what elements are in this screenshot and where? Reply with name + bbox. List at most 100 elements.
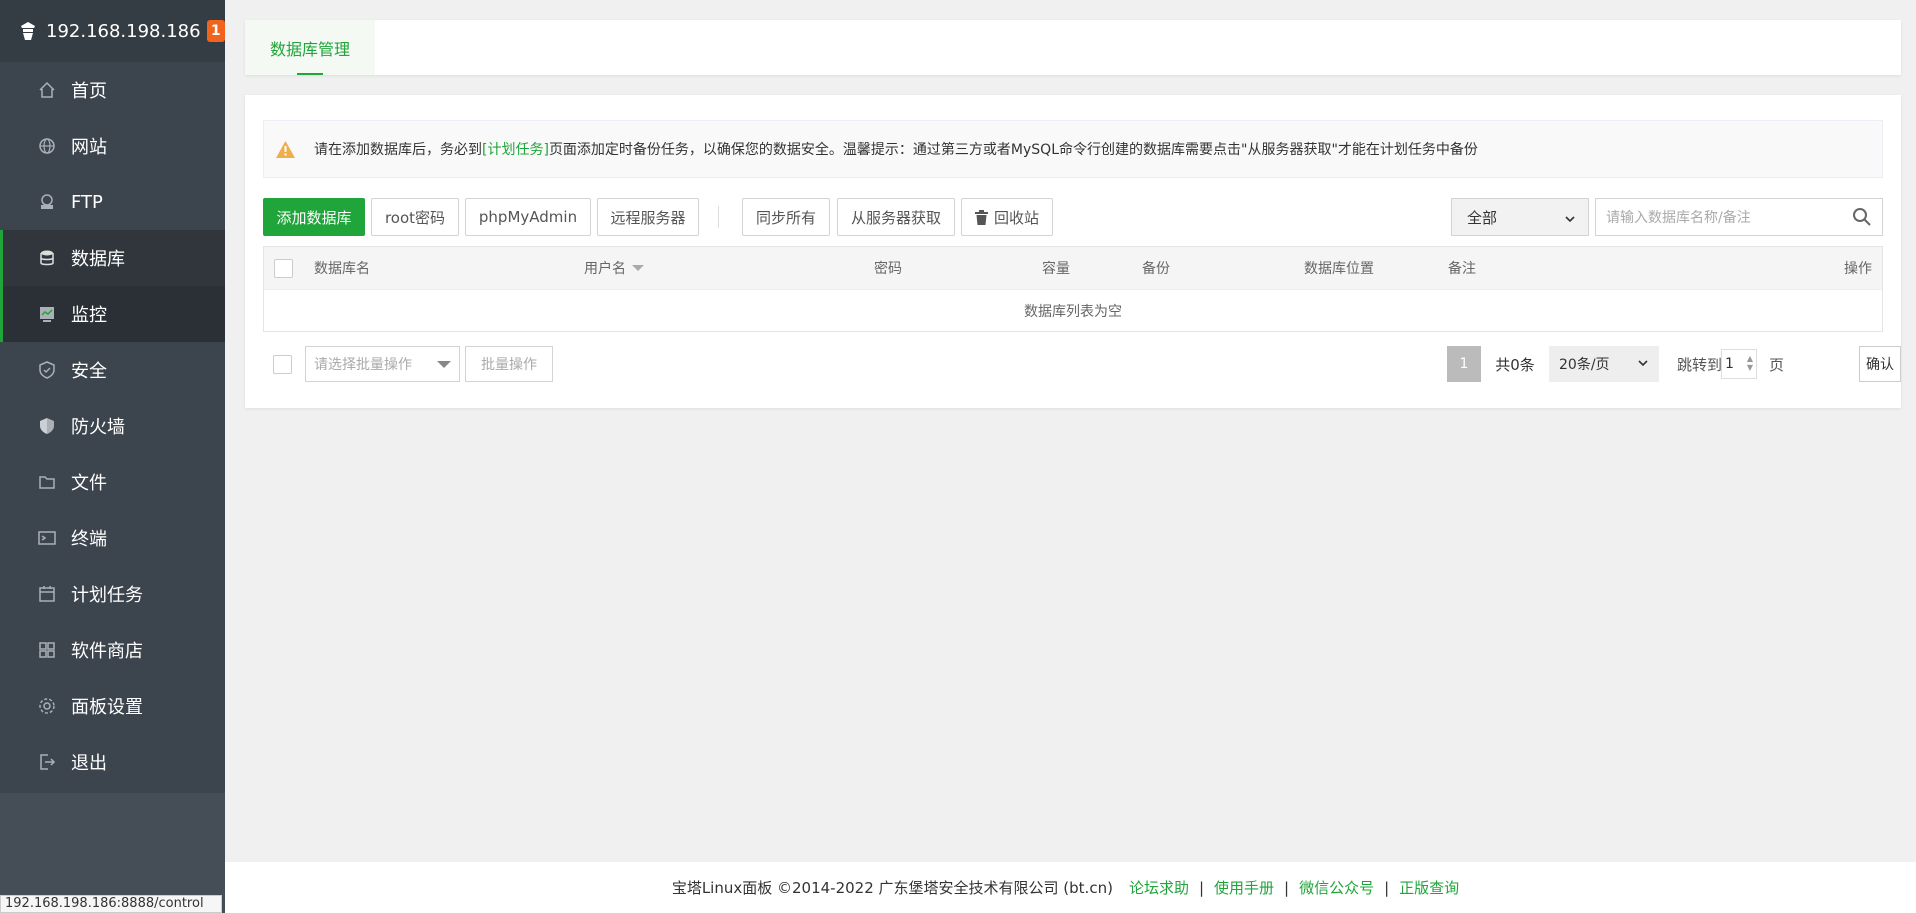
cron-task-link[interactable]: [计划任务] <box>482 139 549 159</box>
sidebar-item-cron[interactable]: 计划任务 <box>0 566 225 622</box>
sidebar-item-firewall[interactable]: 防火墙 <box>0 398 225 454</box>
copyright-text: 宝塔Linux面板 ©2014-2022 广东堡塔安全技术有限公司 (bt.cn… <box>671 879 1113 897</box>
tab-underline <box>297 73 323 75</box>
filter-select-value: 全部 <box>1467 208 1498 227</box>
column-db-name: 数据库名 <box>314 261 370 277</box>
sidebar-item-monitor[interactable]: 监控 <box>0 286 225 342</box>
sidebar-item-website[interactable]: 网站 <box>0 118 225 174</box>
sidebar-item-home[interactable]: 首页 <box>0 62 225 118</box>
alert-prefix: 请在添加数据库后，务必到 <box>314 142 482 158</box>
root-password-button[interactable]: root密码 <box>371 198 459 236</box>
search-placeholder: 请输入数据库名称/备注 <box>1606 210 1751 226</box>
database-panel: 请在添加数据库后，务必到 [计划任务] 页面添加定时备份任务，以确保您的数据安全。温… <box>245 95 1901 408</box>
table-header: 数据库名 用户名 密码 容量 备份 数据库位置 备注 操作 <box>264 247 1882 289</box>
alert-suffix: 页面添加定时备份任务，以确保您的数据安全。温馨提示：通过第三方或者MySQL命令… <box>548 142 1478 158</box>
sidebar-item-database[interactable]: 数据库 <box>0 230 225 286</box>
jump-label: 跳转到 <box>1677 355 1723 374</box>
main-content: 数据库管理 请在添加数据库后，务必到 [计划任务] 页面添加定时备份任务，以确保您的… <box>225 0 1916 913</box>
jump-page-input[interactable]: 1 ▲ ▼ <box>1721 349 1757 379</box>
batch-operation-button[interactable]: 批量操作 <box>465 346 553 382</box>
page-label: 页 <box>1769 355 1785 374</box>
sidebar-item-label: 终端 <box>71 529 107 550</box>
home-icon <box>37 80 57 100</box>
sidebar-menu: 首页 网站 FTP 数据库 监控 安全 防火墙 文件 终端 计划任务 软件商店 … <box>0 62 225 790</box>
recycle-bin-button[interactable]: 回收站 <box>961 198 1053 236</box>
warning-icon <box>276 140 296 158</box>
notification-badge[interactable]: 1 <box>206 20 225 42</box>
table-footer: 请选择批量操作 批量操作 1 共0条 20条/页 跳转到 1 ▲ ▼ 页 确认 <box>263 346 1901 384</box>
page-size-select[interactable]: 20条/页 <box>1549 346 1659 382</box>
toolbar-divider <box>718 206 719 228</box>
server-ip[interactable]: 192.168.198.186 <box>46 21 201 42</box>
sidebar-item-ftp[interactable]: FTP <box>0 174 225 230</box>
tab-bar: 数据库管理 <box>245 20 1901 75</box>
sidebar-item-label: 面板设置 <box>71 697 143 718</box>
sidebar-item-terminal[interactable]: 终端 <box>0 510 225 566</box>
footer-separator: | <box>1284 878 1290 897</box>
search-input[interactable]: 请输入数据库名称/备注 <box>1595 198 1883 236</box>
confirm-jump-button[interactable]: 确认 <box>1859 346 1901 382</box>
spinner-arrows-icon[interactable]: ▲ ▼ <box>1747 354 1753 372</box>
sidebar-header: 192.168.198.186 1 <box>0 0 225 62</box>
tab-database-management[interactable]: 数据库管理 <box>245 20 375 75</box>
sidebar-item-label: 监控 <box>71 305 107 326</box>
calendar-icon <box>37 584 57 604</box>
database-table: 数据库名 用户名 密码 容量 备份 数据库位置 备注 操作 数据库列表为空 <box>263 246 1883 332</box>
filter-select[interactable]: 全部 <box>1451 198 1589 236</box>
select-all-checkbox-cell <box>274 247 293 289</box>
forum-help-link[interactable]: 论坛求助 <box>1129 877 1189 898</box>
page-number-current[interactable]: 1 <box>1447 346 1481 382</box>
sidebar: 192.168.198.186 1 首页 网站 FTP 数据库 监控 安全 防火… <box>0 0 225 913</box>
sidebar-item-security[interactable]: 安全 <box>0 342 225 398</box>
column-username-label: 用户名 <box>584 261 626 277</box>
empty-row: 数据库列表为空 <box>264 289 1882 331</box>
wechat-link[interactable]: 微信公众号 <box>1299 877 1374 898</box>
ftp-icon <box>37 192 57 212</box>
page-footer: 宝塔Linux面板 ©2014-2022 广东堡塔安全技术有限公司 (bt.cn… <box>225 862 1916 913</box>
add-database-button[interactable]: 添加数据库 <box>263 198 365 236</box>
sidebar-item-label: 数据库 <box>71 249 125 270</box>
sort-down-icon <box>632 265 644 271</box>
monitor-icon <box>37 304 57 324</box>
license-check-link[interactable]: 正版查询 <box>1399 877 1459 898</box>
sidebar-item-store[interactable]: 软件商店 <box>0 622 225 678</box>
firewall-shield-icon <box>37 416 57 436</box>
sync-all-button[interactable]: 同步所有 <box>742 198 830 236</box>
column-password: 密码 <box>874 261 902 277</box>
chevron-down-icon <box>1637 357 1649 373</box>
footer-separator: | <box>1198 878 1205 897</box>
pager-total: 共0条 <box>1481 346 1549 382</box>
footer-separator: | <box>1384 878 1390 897</box>
jump-page-value: 1 <box>1725 356 1734 372</box>
page-size-value: 20条/页 <box>1559 357 1610 373</box>
sidebar-item-settings[interactable]: 面板设置 <box>0 678 225 734</box>
manual-link[interactable]: 使用手册 <box>1214 877 1274 898</box>
column-backup: 备份 <box>1142 261 1170 277</box>
sidebar-item-label: FTP <box>71 191 103 213</box>
sidebar-item-label: 退出 <box>71 753 107 774</box>
recycle-bin-label: 回收站 <box>993 208 1039 227</box>
caret-down-icon <box>437 361 451 368</box>
batch-select-placeholder: 请选择批量操作 <box>314 357 412 373</box>
apps-grid-icon <box>37 640 57 660</box>
toolbar: 添加数据库 root密码 phpMyAdmin 远程服务器 同步所有 从服务器获… <box>263 198 1883 236</box>
sidebar-item-label: 防火墙 <box>71 417 125 438</box>
backup-alert: 请在添加数据库后，务必到 [计划任务] 页面添加定时备份任务，以确保您的数据安全。温… <box>263 120 1883 178</box>
remote-server-button[interactable]: 远程服务器 <box>597 198 699 236</box>
fetch-from-server-button[interactable]: 从服务器获取 <box>837 198 955 236</box>
phpmyadmin-button[interactable]: phpMyAdmin <box>465 198 591 236</box>
select-all-checkbox[interactable] <box>274 258 293 278</box>
column-capacity: 容量 <box>1042 261 1070 277</box>
sidebar-item-label: 软件商店 <box>71 641 143 662</box>
column-actions: 操作 <box>1844 261 1872 277</box>
shield-check-icon <box>37 360 57 380</box>
sidebar-item-files[interactable]: 文件 <box>0 454 225 510</box>
sidebar-item-logout[interactable]: 退出 <box>0 734 225 790</box>
search-icon[interactable] <box>1852 207 1872 231</box>
batch-operation-select[interactable]: 请选择批量操作 <box>305 346 460 382</box>
sidebar-item-label: 网站 <box>71 137 107 158</box>
column-username[interactable]: 用户名 <box>584 247 644 289</box>
batch-select-checkbox[interactable] <box>273 355 292 374</box>
sidebar-item-label: 文件 <box>71 473 107 494</box>
globe-icon <box>37 136 57 156</box>
